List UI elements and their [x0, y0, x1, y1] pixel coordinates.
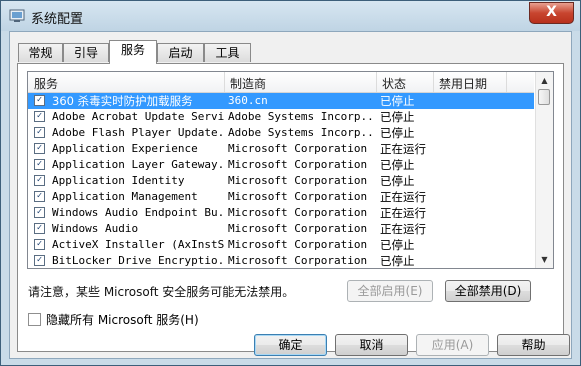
disable-all-button[interactable]: 全部禁用(D) — [445, 280, 531, 302]
service-status: 已停止 — [380, 110, 415, 124]
service-manufacturer: Microsoft Corporation — [228, 142, 368, 155]
service-manufacturer: Microsoft Corporation — [228, 190, 368, 203]
security-note: 请注意，某些 Microsoft 安全服务可能无法禁用。 — [28, 285, 295, 299]
services-panel: 服务 制造商 状态 禁用日期 ✓ 360 杀毒实时防护加载服务 360.cn 已… — [17, 63, 564, 352]
header-divider[interactable] — [224, 72, 225, 92]
service-checkbox[interactable]: ✓ — [34, 239, 45, 250]
header-status[interactable]: 状态 — [382, 75, 406, 92]
list-item[interactable]: ✓ Application Identity Microsoft Corpora… — [28, 173, 534, 189]
list-item[interactable]: ✓ Application Layer Gateway... Microsoft… — [28, 157, 534, 173]
service-name: Application Layer Gateway... — [52, 158, 224, 171]
service-manufacturer: 360.cn — [228, 94, 268, 107]
ok-button[interactable]: 确定 — [254, 334, 327, 356]
service-manufacturer: Microsoft Corporation — [228, 238, 368, 251]
service-name: Application Identity — [52, 174, 185, 187]
service-name: Adobe Flash Player Update... — [52, 126, 224, 139]
cancel-button[interactable]: 取消 — [335, 334, 408, 356]
service-status: 已停止 — [380, 158, 415, 172]
service-name: Windows Audio — [52, 222, 139, 235]
header-service[interactable]: 服务 — [34, 75, 58, 92]
service-checkbox[interactable]: ✓ — [34, 223, 45, 234]
scroll-up-arrow-icon[interactable]: ▲ — [536, 72, 553, 89]
header-divider[interactable] — [433, 72, 434, 92]
tab-general[interactable]: 常规 — [18, 43, 63, 62]
service-manufacturer: Adobe Systems Incorp... — [228, 126, 376, 139]
header-disabled-date[interactable]: 禁用日期 — [439, 75, 487, 92]
service-manufacturer: Microsoft Corporation — [228, 222, 368, 235]
system-config-window: 系统配置 X 常规 引导 服务 启动 工具 服务 制造商 状态 禁用日期 ✓ 3… — [0, 0, 581, 366]
tab-tools[interactable]: 工具 — [204, 43, 251, 62]
hide-ms-label: 隐藏所有 Microsoft 服务(H) — [46, 313, 199, 327]
service-status: 正在运行 — [380, 206, 426, 220]
service-manufacturer: Microsoft Corporation — [228, 206, 368, 219]
service-manufacturer: Adobe Systems Incorp... — [228, 110, 376, 123]
tab-boot[interactable]: 引导 — [63, 43, 109, 62]
help-button[interactable]: 帮助 — [497, 334, 570, 356]
header-divider[interactable] — [506, 72, 507, 92]
scroll-down-arrow-icon[interactable]: ▼ — [536, 251, 553, 268]
service-status: 正在运行 — [380, 142, 426, 156]
list-item[interactable]: ✓ 360 杀毒实时防护加载服务 360.cn 已停止 — [28, 93, 534, 109]
service-checkbox[interactable]: ✓ — [34, 191, 45, 202]
system-config-icon — [9, 9, 25, 22]
service-status: 正在运行 — [380, 222, 426, 236]
service-status: 已停止 — [380, 126, 415, 140]
service-status: 已停止 — [380, 174, 415, 188]
service-manufacturer: Microsoft Corporation — [228, 158, 368, 171]
service-name: ActiveX Installer (AxInstSV) — [52, 238, 224, 251]
tab-services[interactable]: 服务 — [109, 40, 157, 64]
service-status: 正在运行 — [380, 190, 426, 204]
apply-button[interactable]: 应用(A) — [416, 334, 489, 356]
service-checkbox[interactable]: ✓ — [34, 95, 45, 106]
list-item[interactable]: ✓ Adobe Acrobat Update Service Adobe Sys… — [28, 109, 534, 125]
enable-all-button[interactable]: 全部启用(E) — [347, 280, 433, 302]
service-checkbox[interactable]: ✓ — [34, 159, 45, 170]
service-status: 已停止 — [380, 94, 415, 108]
services-list[interactable]: 服务 制造商 状态 禁用日期 ✓ 360 杀毒实时防护加载服务 360.cn 已… — [27, 71, 554, 269]
service-name: Application Experience — [52, 142, 198, 155]
list-item[interactable]: ✓ Windows Audio Microsoft Corporation 正在… — [28, 221, 534, 237]
service-status: 已停止 — [380, 254, 415, 268]
service-checkbox[interactable]: ✓ — [34, 111, 45, 122]
service-name: Windows Audio Endpoint Bu... — [52, 206, 224, 219]
hide-ms-checkbox[interactable] — [28, 313, 41, 326]
vertical-scrollbar[interactable]: ▲ ▼ — [535, 72, 553, 268]
service-status: 已停止 — [380, 238, 415, 252]
list-item[interactable]: ✓ Application Experience Microsoft Corpo… — [28, 141, 534, 157]
service-checkbox[interactable]: ✓ — [34, 207, 45, 218]
list-item[interactable]: ✓ ActiveX Installer (AxInstSV) Microsoft… — [28, 237, 534, 253]
list-header: 服务 制造商 状态 禁用日期 — [28, 72, 534, 93]
service-name: 360 杀毒实时防护加载服务 — [52, 94, 193, 108]
window-title: 系统配置 — [31, 12, 84, 27]
list-item[interactable]: ✓ Adobe Flash Player Update... Adobe Sys… — [28, 125, 534, 141]
scroll-thumb[interactable] — [538, 89, 550, 105]
title-bar[interactable]: 系统配置 X — [1, 1, 580, 31]
service-checkbox[interactable]: ✓ — [34, 127, 45, 138]
service-name: Adobe Acrobat Update Service — [52, 110, 224, 123]
dialog-body: 常规 引导 服务 启动 工具 服务 制造商 状态 禁用日期 ✓ 360 杀毒实时… — [9, 31, 572, 359]
list-item[interactable]: ✓ Application Management Microsoft Corpo… — [28, 189, 534, 205]
service-checkbox[interactable]: ✓ — [34, 143, 45, 154]
service-checkbox[interactable]: ✓ — [34, 255, 45, 266]
list-item[interactable]: ✓ Windows Audio Endpoint Bu... Microsoft… — [28, 205, 534, 221]
close-button[interactable]: X — [529, 2, 574, 24]
list-item[interactable]: ✓ BitLocker Drive Encryptio... Microsoft… — [28, 253, 534, 268]
service-manufacturer: Microsoft Corporation — [228, 254, 368, 267]
service-name: Application Management — [52, 190, 198, 203]
service-checkbox[interactable]: ✓ — [34, 175, 45, 186]
header-divider[interactable] — [376, 72, 377, 92]
service-name: BitLocker Drive Encryptio... — [52, 254, 224, 267]
header-manufacturer[interactable]: 制造商 — [230, 75, 266, 92]
service-manufacturer: Microsoft Corporation — [228, 174, 368, 187]
tab-startup[interactable]: 启动 — [157, 43, 204, 62]
